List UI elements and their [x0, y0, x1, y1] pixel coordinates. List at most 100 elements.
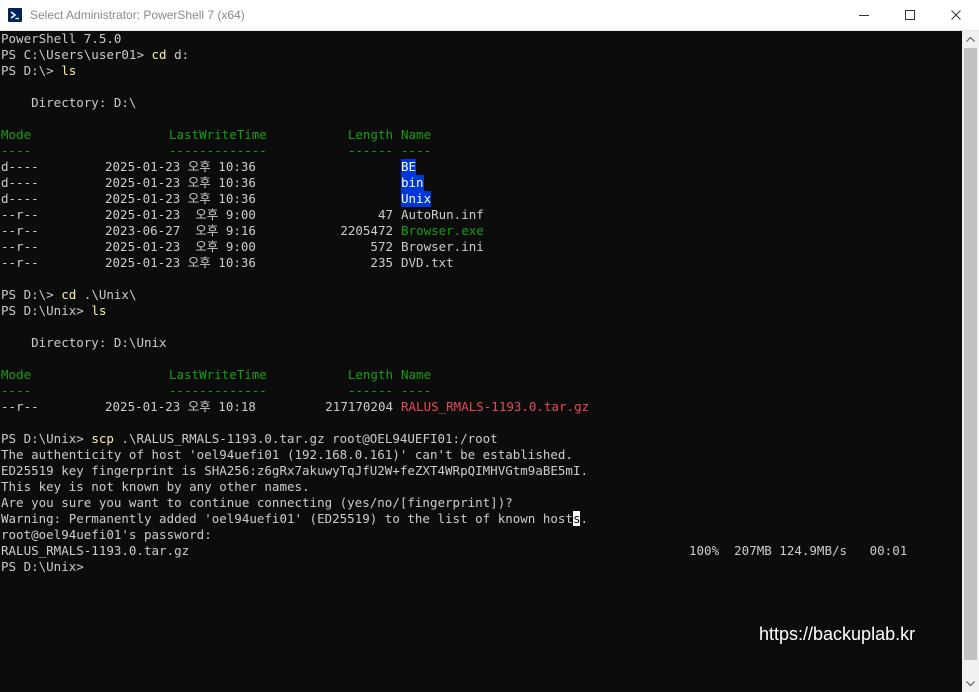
console-line: d---- 2025-01-23 오후 10:36 BE — [1, 159, 901, 175]
name-cell: Browser.exe — [401, 223, 484, 238]
console-text: PowerShell 7.5.0 — [1, 31, 122, 46]
console-line: ---- ------------- ------ ---- — [1, 383, 901, 399]
mode-cell: --r-- — [1, 239, 39, 254]
close-button[interactable] — [933, 0, 979, 30]
mode-cell: ---- — [1, 383, 32, 398]
console-line: --r-- 2025-01-23 오후 9:00 47 AutoRun.inf — [1, 207, 901, 223]
name-cell: ---- — [401, 383, 432, 398]
console-line: ED25519 key fingerprint is SHA256:z6gRx7… — [1, 463, 588, 479]
console-text: Directory: D:\ — [1, 95, 137, 110]
lastwritetime-cell: 2025-01-23 오후 10:36 — [105, 255, 256, 270]
length-cell: ------ — [347, 143, 393, 158]
command-text: cd — [151, 47, 167, 62]
vertical-scrollbar[interactable] — [962, 31, 979, 692]
console-text: The authenticity of host 'oel94uefi01 (1… — [1, 447, 573, 462]
name-cell: Unix — [401, 191, 432, 207]
console-line: ---- ------------- ------ ---- — [1, 143, 901, 159]
mode-cell: Mode — [1, 367, 32, 382]
lastwritetime-cell: LastWriteTime — [169, 127, 267, 142]
console-text: Directory: D:\Unix — [1, 335, 167, 350]
console-line: PS D:\Unix> scp .\RALUS_RMALS-1193.0.tar… — [1, 431, 498, 447]
name-cell: Browser.ini — [401, 239, 484, 254]
console-line: This key is not known by any other names… — [1, 479, 310, 495]
mode-cell: --r-- — [1, 399, 39, 414]
scroll-up-button[interactable] — [962, 31, 979, 48]
console-line: PS D:\Unix> ls — [1, 303, 106, 319]
scroll-down-icon — [966, 681, 975, 686]
console-text: d: — [166, 47, 190, 62]
console-line: --r-- 2025-01-23 오후 10:36 235 DVD.txt — [1, 255, 901, 271]
close-icon — [951, 10, 961, 20]
console-text: PS D:\Unix> — [1, 303, 92, 318]
console-text: ED25519 key fingerprint is SHA256:z6gRx7… — [1, 463, 588, 478]
name-cell: Name — [401, 367, 432, 382]
mode-cell: Mode — [1, 127, 32, 142]
console-text: PS D:\Unix> — [1, 431, 92, 446]
console-text: This key is not known by any other names… — [1, 479, 310, 494]
name-cell: ---- — [401, 143, 432, 158]
console-line: Directory: D:\Unix — [1, 335, 167, 351]
mode-cell: --r-- — [1, 255, 39, 270]
mode-cell: --r-- — [1, 223, 39, 238]
watermark: https://backuplab.kr — [759, 624, 916, 644]
console-text: root@oel94uefi01's password: — [1, 527, 212, 542]
powershell-icon — [8, 8, 22, 22]
lastwritetime-cell: 2025-01-23 오후 10:36 — [105, 159, 256, 174]
console-line: PS C:\Users\user01> cd d: — [1, 47, 189, 63]
name-cell: Name — [401, 127, 432, 142]
console-line: Mode LastWriteTime Length Name — [1, 367, 901, 383]
command-text: scp — [91, 431, 114, 446]
scroll-down-button[interactable] — [962, 675, 979, 692]
mode-cell: ---- — [1, 143, 32, 158]
length-cell: 47 — [377, 207, 393, 222]
length-cell: 235 — [370, 255, 393, 270]
command-text: cd — [61, 287, 77, 302]
lastwritetime-cell: 2023-06-27 오후 9:16 — [105, 223, 256, 238]
console-line: --r-- 2025-01-23 오후 9:00 572 Browser.ini — [1, 239, 901, 255]
length-cell: ------ — [347, 383, 393, 398]
lastwritetime-cell: 2025-01-23 오후 9:00 — [105, 207, 256, 222]
scroll-up-icon — [966, 37, 975, 42]
transfer-progress: 100% 207MB 124.9MB/s 00:01 — [689, 543, 908, 558]
minimize-icon — [859, 15, 869, 16]
name-cell: DVD.txt — [401, 255, 454, 270]
console-line: d---- 2025-01-23 오후 10:36 bin — [1, 175, 901, 191]
console-line: PS D:\Unix> — [1, 559, 84, 575]
transfer-filename: RALUS_RMALS-1193.0.tar.gz — [1, 543, 190, 558]
name-cell: RALUS_RMALS-1193.0.tar.gz — [401, 399, 590, 414]
mode-cell: d---- — [1, 159, 39, 174]
console-text: PS D:\> — [1, 287, 62, 302]
console-line: Mode LastWriteTime Length Name — [1, 127, 901, 143]
lastwritetime-cell: 2025-01-23 오후 10:36 — [105, 191, 256, 206]
console-line: The authenticity of host 'oel94uefi01 (1… — [1, 447, 573, 463]
name-cell: bin — [401, 175, 424, 191]
maximize-button[interactable] — [887, 0, 933, 30]
name-cell: AutoRun.inf — [401, 207, 484, 222]
console-text: .\Unix\ — [76, 287, 137, 302]
name-cell: BE — [401, 159, 417, 175]
console-text: PS D:\Unix> — [1, 559, 84, 574]
mode-cell: --r-- — [1, 207, 39, 222]
console-line: PS D:\> ls — [1, 63, 76, 79]
console-line: PowerShell 7.5.0 — [1, 31, 121, 47]
console-line: RALUS_RMALS-1193.0.tar.gz 100% 207MB 124.… — [1, 543, 941, 559]
title-bar[interactable]: Select Administrator: PowerShell 7 (x64) — [0, 0, 979, 31]
console-line: --r-- 2023-06-27 오후 9:16 2205472 Browser.ex… — [1, 223, 901, 239]
console-text: . — [580, 511, 589, 526]
console-line: d---- 2025-01-23 오후 10:36 Unix — [1, 191, 901, 207]
lastwritetime-cell: ------------- — [169, 383, 267, 398]
console-text: PS C:\Users\user01> — [1, 47, 152, 62]
console-line: --r-- 2025-01-23 오후 10:18 217170204 RALUS_R… — [1, 399, 901, 415]
command-text: ls — [91, 303, 107, 318]
minimize-button[interactable] — [841, 0, 887, 30]
lastwritetime-cell: 2025-01-23 오후 10:18 — [105, 399, 256, 414]
console-text: Are you sure you want to continue connec… — [1, 495, 513, 510]
length-cell: 217170204 — [325, 399, 393, 414]
maximize-icon — [905, 10, 915, 20]
console-line: Are you sure you want to continue connec… — [1, 495, 513, 511]
console-text: .\RALUS_RMALS-1193.0.tar.gz root@OEL94UE… — [113, 431, 498, 446]
scroll-thumb[interactable] — [964, 48, 977, 660]
length-cell: Length — [347, 367, 393, 382]
lastwritetime-cell: ------------- — [169, 143, 267, 158]
console-output[interactable]: PowerShell 7.5.0 PS C:\Users\user01> cd d… — [0, 31, 962, 692]
